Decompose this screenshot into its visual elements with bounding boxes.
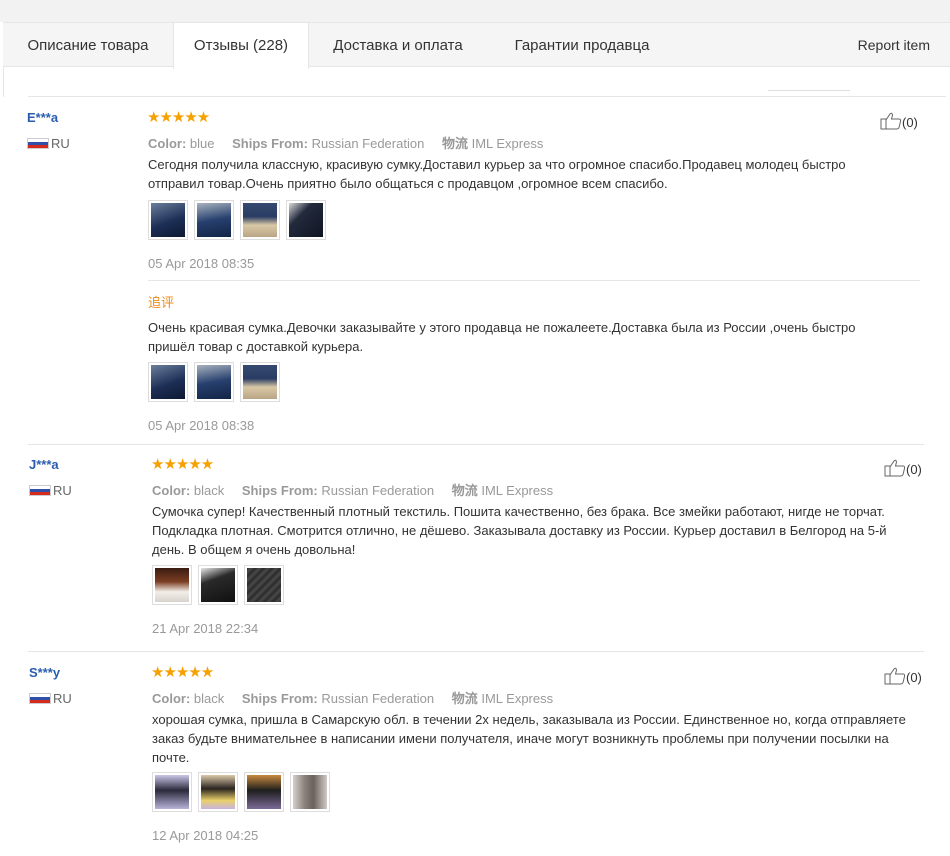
tab-shipping[interactable]: Доставка и оплата (309, 23, 487, 68)
color-value: black (193, 691, 225, 706)
review-photo[interactable] (240, 362, 280, 402)
divider (28, 96, 946, 97)
divider (148, 280, 920, 281)
ships-from-value: Russian Federation (321, 691, 435, 706)
useful-button[interactable]: (0) (880, 112, 918, 130)
thumbs-up-icon (884, 667, 906, 685)
useful-button[interactable]: (0) (884, 459, 922, 477)
review-photo[interactable] (152, 772, 192, 812)
ru-flag-icon (29, 485, 51, 496)
color-label: Color: (148, 136, 187, 151)
panel-border (3, 67, 4, 97)
useful-count: (0) (906, 670, 922, 685)
follow-up-date: 05 Apr 2018 08:38 (148, 418, 255, 433)
color-label: Color: (152, 483, 191, 498)
review-photo[interactable] (244, 565, 284, 605)
review-photo[interactable] (194, 362, 234, 402)
divider (28, 651, 924, 652)
review-meta: Color: black Ships From: Russian Federat… (152, 688, 553, 707)
useful-count: (0) (902, 115, 918, 130)
reviewer-country: RU (53, 483, 72, 498)
logistics-label: 物流 (441, 136, 468, 151)
report-item-link[interactable]: Report item (858, 23, 930, 68)
ru-flag-icon (27, 138, 49, 149)
review-photo[interactable] (240, 200, 280, 240)
star-rating: ★★★★★ (151, 664, 214, 681)
ru-flag-icon (29, 693, 51, 704)
reviewer-name[interactable]: E***a (27, 110, 58, 125)
ships-from-value: Russian Federation (321, 483, 435, 498)
sort-control-edge (768, 90, 850, 91)
review-text: Сумочка супер! Качественный плотный текс… (152, 504, 887, 557)
top-band (0, 0, 950, 22)
ships-from-label: Ships From: (241, 691, 318, 706)
thumbs-up-icon (884, 459, 906, 477)
reviewer-country: RU (53, 691, 72, 706)
review-photo[interactable] (290, 772, 330, 812)
ships-from-label: Ships From: (241, 483, 318, 498)
follow-up-label: 追评 (148, 295, 175, 310)
review-text: хорошая сумка, пришла в Самарскую обл. в… (152, 712, 906, 765)
logistics-label: 物流 (451, 691, 478, 706)
review-date: 05 Apr 2018 08:35 (148, 256, 255, 271)
tab-reviews[interactable]: Отзывы (228) (173, 23, 309, 69)
tab-description[interactable]: Описание товара (3, 23, 173, 68)
reviewer-name[interactable]: J***a (29, 457, 59, 472)
color-value: black (193, 483, 225, 498)
review-meta: Color: blue Ships From: Russian Federati… (148, 133, 543, 152)
divider (28, 444, 924, 445)
logistics-label: 物流 (451, 483, 478, 498)
review-photo[interactable] (244, 772, 284, 812)
review-date: 21 Apr 2018 22:34 (152, 621, 259, 636)
review-photo[interactable] (194, 200, 234, 240)
logistics-value: IML Express (481, 691, 554, 706)
review-photo[interactable] (198, 565, 238, 605)
review-photo[interactable] (148, 362, 188, 402)
thumbs-up-icon (880, 112, 902, 130)
review-meta: Color: black Ships From: Russian Federat… (152, 480, 553, 499)
useful-count: (0) (906, 462, 922, 477)
color-label: Color: (152, 691, 191, 706)
tab-bar: Описание товара Отзывы (228) Доставка и … (3, 22, 950, 69)
ships-from-value: Russian Federation (311, 136, 425, 151)
review-photo[interactable] (152, 565, 192, 605)
logistics-value: IML Express (471, 136, 544, 151)
review-photo[interactable] (148, 200, 188, 240)
follow-up-text: Очень красивая сумка.Девочки заказывайте… (148, 320, 856, 354)
ships-from-label: Ships From: (232, 136, 308, 151)
color-value: blue (189, 136, 215, 151)
tab-guarantees[interactable]: Гарантии продавца (487, 23, 677, 68)
logistics-value: IML Express (481, 483, 554, 498)
reviewer-name[interactable]: S***y (29, 665, 60, 680)
review-photo[interactable] (198, 772, 238, 812)
star-rating: ★★★★★ (147, 109, 210, 126)
reviewer-country: RU (51, 136, 70, 151)
useful-button[interactable]: (0) (884, 667, 922, 685)
star-rating: ★★★★★ (151, 456, 214, 473)
review-text: Сегодня получила классную, красивую сумк… (148, 157, 846, 191)
review-date: 12 Apr 2018 04:25 (152, 828, 259, 843)
review-photo[interactable] (286, 200, 326, 240)
